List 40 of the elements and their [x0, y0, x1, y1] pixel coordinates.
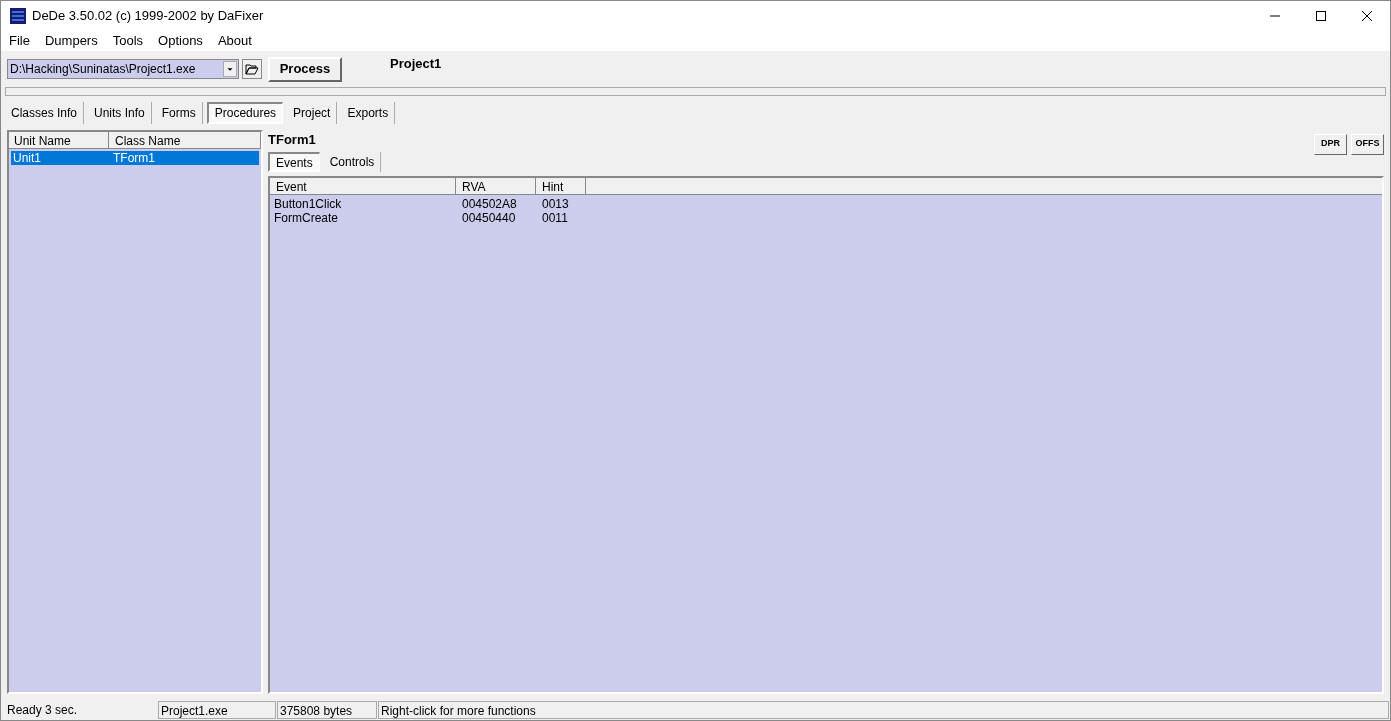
file-path-combo[interactable]: D:\Hacking\Suninatas\Project1.exe — [7, 59, 239, 79]
status-text: Ready 3 sec. — [7, 702, 79, 719]
tab[interactable]: Exports — [341, 102, 396, 124]
menu-item[interactable]: Dumpers — [44, 31, 98, 51]
window-title: DeDe 3.50.02 (c) 1999-2002 by DaFixer — [32, 7, 264, 26]
side-button[interactable]: DPR — [1314, 133, 1347, 155]
menu-item[interactable]: Options — [158, 31, 203, 51]
column-header[interactable]: Event — [270, 178, 456, 194]
table-cell-text: 0011 — [541, 210, 569, 227]
menu-item[interactable]: Tools — [112, 31, 144, 51]
table-cell-text: 00450440 — [461, 210, 517, 227]
maximize-icon — [1316, 11, 1326, 21]
tab[interactable]: Controls — [323, 152, 382, 172]
tab[interactable]: Project — [287, 102, 338, 124]
status-text: Project1.exe — [158, 701, 276, 719]
column-header[interactable]: RVA — [456, 178, 536, 194]
menu-item[interactable]: File — [9, 31, 30, 51]
menu-item[interactable]: About — [217, 31, 252, 51]
table-cell-text: Button1Click — [273, 196, 343, 213]
tab[interactable]: Units Info — [88, 102, 152, 124]
side-button[interactable]: OFFS — [1351, 133, 1384, 155]
app-icon — [10, 8, 26, 24]
close-icon — [1362, 11, 1372, 21]
column-header[interactable]: Hint — [536, 178, 586, 194]
tab[interactable]: Events — [268, 152, 320, 172]
status-text: 375808 bytes — [277, 701, 377, 719]
status-text: Right-click for more functions — [378, 701, 1389, 719]
tab[interactable]: Procedures — [206, 102, 284, 124]
column-header[interactable]: Unit Name — [9, 132, 109, 149]
tab[interactable]: Forms — [155, 102, 203, 124]
project-name: Project1 — [390, 55, 442, 73]
tab[interactable]: Classes Info — [5, 102, 85, 124]
column-header[interactable]: Class Name — [109, 132, 261, 149]
table-cell-text: FormCreate — [273, 210, 339, 227]
table-cell-text: 004502A8 — [461, 196, 518, 213]
unit-row[interactable]: Unit1 TForm1 — [11, 151, 259, 165]
form-title: TForm1 — [268, 131, 316, 150]
table-cell-text: 0013 — [541, 196, 570, 213]
process-button[interactable]: Process — [268, 56, 342, 82]
open-folder-button[interactable] — [242, 59, 262, 79]
